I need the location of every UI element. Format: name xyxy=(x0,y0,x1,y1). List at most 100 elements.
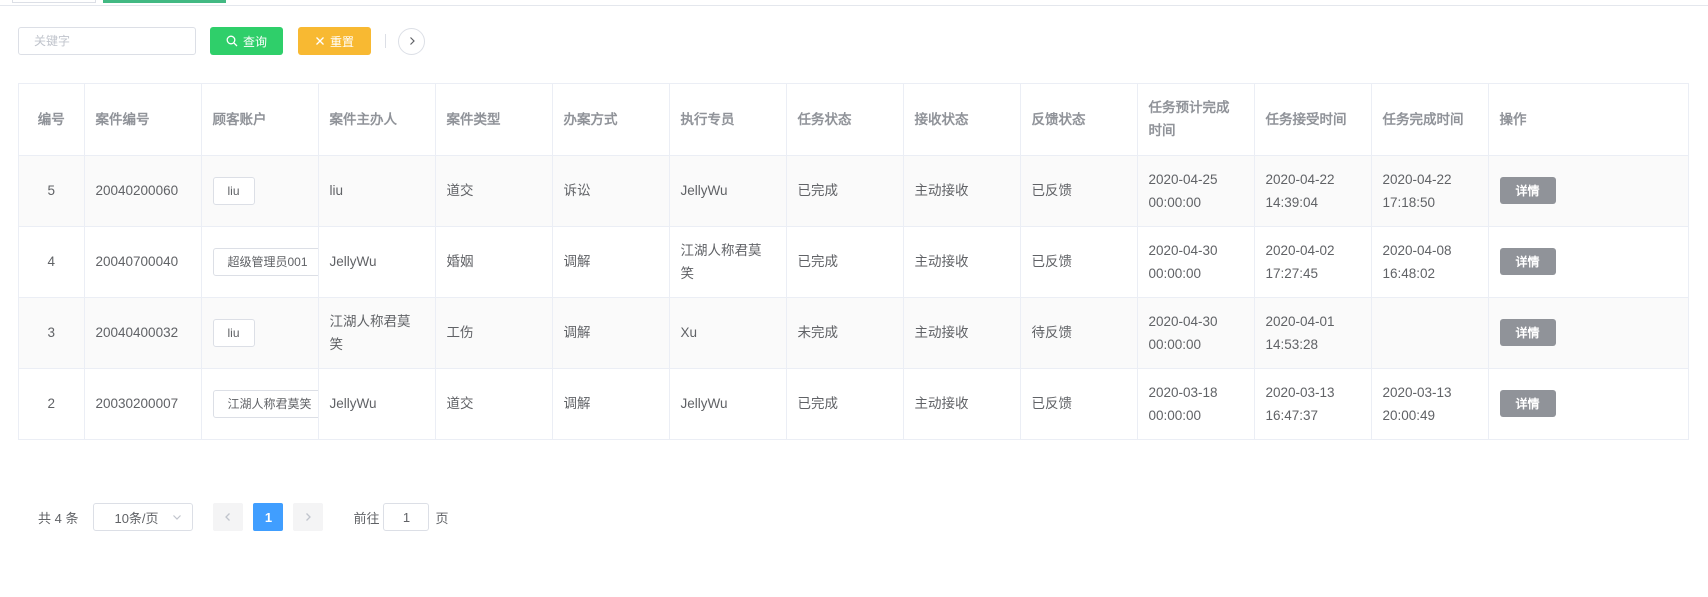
pagination: 共 4 条 10条/页 1 前往 页 xyxy=(38,503,449,531)
reset-button-label: 重置 xyxy=(329,34,354,49)
header-id: 编号 xyxy=(19,84,85,156)
cell-task-status: 已完成 xyxy=(786,155,904,227)
prev-page-button[interactable] xyxy=(213,503,244,531)
cell-method: 调解 xyxy=(552,368,670,439)
account-tag[interactable]: 超级管理员001 xyxy=(212,247,317,276)
cell-host: 江湖人称君莫笑 xyxy=(318,297,436,369)
cell-finish-time: 2020-03-13 20:00:49 xyxy=(1371,368,1489,439)
page-size-value: 10条/页 xyxy=(114,510,159,526)
header-action: 操作 xyxy=(1488,84,1688,156)
header-feedback-status: 反馈状态 xyxy=(1020,84,1138,156)
cell-account: liu xyxy=(201,297,319,369)
detail-button[interactable]: 详情 xyxy=(1499,177,1556,204)
cell-executor: JellyWu xyxy=(669,368,787,439)
query-button[interactable]: 查询 xyxy=(210,27,283,55)
table-header-row: 编号 案件编号 顾客账户 案件主办人 案件类型 办案方式 执行专员 任务状态 接… xyxy=(19,84,1688,156)
header-task-status: 任务状态 xyxy=(786,84,904,156)
cell-expected-time: 2020-04-25 00:00:00 xyxy=(1137,155,1255,227)
cell-account: liu xyxy=(201,155,319,227)
cell-receive-status: 主动接收 xyxy=(903,297,1021,369)
table-row: 2 20030200007 江湖人称君莫笑 JellyWu 道交 调解 Jell… xyxy=(19,368,1688,439)
cell-host: JellyWu xyxy=(318,368,436,439)
cell-method: 调解 xyxy=(552,226,670,298)
cell-case-no: 20030200007 xyxy=(84,368,202,439)
cell-case-type: 工伤 xyxy=(435,297,553,369)
reset-button[interactable]: 重置 xyxy=(298,27,371,55)
cell-case-no: 20040400032 xyxy=(84,297,202,369)
cell-feedback-status: 已反馈 xyxy=(1020,155,1138,227)
cell-accept-time: 2020-03-13 16:47:37 xyxy=(1254,368,1372,439)
page-size-select[interactable]: 10条/页 xyxy=(93,503,194,531)
detail-button[interactable]: 详情 xyxy=(1499,390,1556,418)
cell-task-status: 已完成 xyxy=(786,368,904,439)
cell-account: 江湖人称君莫笑 xyxy=(201,368,319,439)
detail-button[interactable]: 详情 xyxy=(1499,319,1556,346)
cell-case-type: 婚姻 xyxy=(435,226,553,298)
table-row: 3 20040400032 liu 江湖人称君莫笑 工伤 调解 Xu 未完成 主… xyxy=(19,297,1688,369)
cell-id: 4 xyxy=(19,226,85,298)
cell-action: 详情 xyxy=(1488,155,1688,227)
cell-method: 调解 xyxy=(552,297,670,369)
cell-case-no: 20040200060 xyxy=(84,155,202,227)
header-host: 案件主办人 xyxy=(318,84,436,156)
page-number-active[interactable]: 1 xyxy=(253,503,284,531)
toolbar-divider xyxy=(385,34,386,48)
page-suffix: 页 xyxy=(435,510,449,526)
query-button-label: 查询 xyxy=(242,34,267,49)
cell-executor: Xu xyxy=(669,297,787,369)
cell-accept-time: 2020-04-02 17:27:45 xyxy=(1254,226,1372,298)
cell-action: 详情 xyxy=(1488,368,1688,439)
cell-task-status: 未完成 xyxy=(786,297,904,369)
cell-accept-time: 2020-04-01 14:53:28 xyxy=(1254,297,1372,369)
cell-host: liu xyxy=(318,155,436,227)
top-tab-strip xyxy=(0,0,1708,6)
cell-executor: 江湖人称君莫笑 xyxy=(669,226,787,298)
cell-id: 5 xyxy=(19,155,85,227)
tab-active[interactable] xyxy=(103,0,226,3)
cell-finish-time: 2020-04-08 16:48:02 xyxy=(1371,226,1489,298)
close-icon xyxy=(315,36,325,46)
header-expected-time: 任务预计完成时间 xyxy=(1137,84,1255,156)
cell-feedback-status: 已反馈 xyxy=(1020,368,1138,439)
account-tag[interactable]: 江湖人称君莫笑 xyxy=(212,389,317,418)
search-input[interactable] xyxy=(18,27,196,55)
cell-method: 诉讼 xyxy=(552,155,670,227)
header-case-no: 案件编号 xyxy=(84,84,202,156)
header-finish-time: 任务完成时间 xyxy=(1371,84,1489,156)
chevron-right-icon xyxy=(407,34,417,49)
account-tag[interactable]: liu xyxy=(212,176,255,205)
detail-button[interactable]: 详情 xyxy=(1499,248,1556,275)
cell-id: 3 xyxy=(19,297,85,369)
header-method: 办案方式 xyxy=(552,84,670,156)
account-tag[interactable]: liu xyxy=(212,318,255,347)
header-receive-status: 接收状态 xyxy=(903,84,1021,156)
next-page-button[interactable] xyxy=(293,503,324,531)
toolbar: 查询 重置 xyxy=(18,27,425,55)
header-case-type: 案件类型 xyxy=(435,84,553,156)
cell-receive-status: 主动接收 xyxy=(903,155,1021,227)
cell-receive-status: 主动接收 xyxy=(903,368,1021,439)
cell-expected-time: 2020-04-30 00:00:00 xyxy=(1137,226,1255,298)
header-executor: 执行专员 xyxy=(669,84,787,156)
cell-feedback-status: 待反馈 xyxy=(1020,297,1138,369)
search-icon xyxy=(226,35,238,47)
expand-button[interactable] xyxy=(398,27,425,55)
cell-expected-time: 2020-04-30 00:00:00 xyxy=(1137,297,1255,369)
cell-case-no: 20040700040 xyxy=(84,226,202,298)
cell-receive-status: 主动接收 xyxy=(903,226,1021,298)
header-accept-time: 任务接受时间 xyxy=(1254,84,1372,156)
goto-label: 前往 xyxy=(353,510,380,526)
cell-finish-time xyxy=(1371,297,1489,369)
table-row: 4 20040700040 超级管理员001 JellyWu 婚姻 调解 江湖人… xyxy=(19,226,1688,298)
cell-host: JellyWu xyxy=(318,226,436,298)
cell-executor: JellyWu xyxy=(669,155,787,227)
cell-action: 详情 xyxy=(1488,297,1688,369)
cell-expected-time: 2020-03-18 00:00:00 xyxy=(1137,368,1255,439)
chevron-down-icon xyxy=(172,510,182,525)
chevron-right-icon xyxy=(303,510,313,525)
cell-id: 2 xyxy=(19,368,85,439)
cell-account: 超级管理员001 xyxy=(201,226,319,298)
cell-task-status: 已完成 xyxy=(786,226,904,298)
goto-page-input[interactable] xyxy=(383,503,430,531)
tab-inactive[interactable] xyxy=(12,0,96,3)
